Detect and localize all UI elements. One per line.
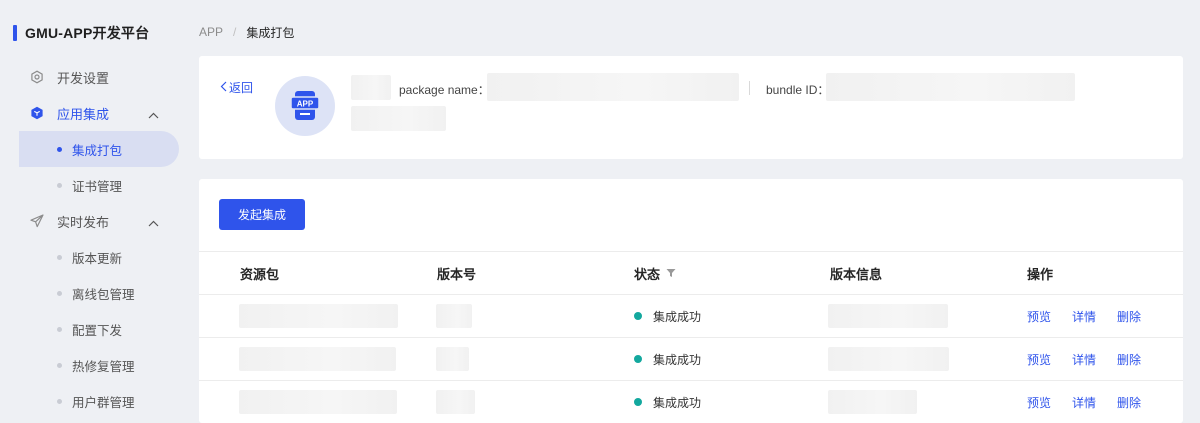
delete-link[interactable]: 删除 [1117,394,1141,411]
version-info-placeholder [828,304,948,328]
bullet-dot [57,254,62,260]
details-link[interactable]: 详情 [1072,308,1096,325]
bullet-dot [57,326,62,332]
brand: GMU-APP开发平台 [13,24,149,42]
sidebar: GMU-APP开发平台 开发设置 应用集成 集成打包 证书管理 实时发布 版本更… [0,0,199,423]
table-row: 集成成功 预览 详情 删除 [199,338,1183,381]
package-name-label: package name： [399,83,490,97]
delete-link[interactable]: 删除 [1117,351,1141,368]
chevron-up-icon [148,107,159,122]
app-logo-text: APP [297,100,314,109]
sidebar-group-realtime-release[interactable]: 实时发布 [19,203,179,239]
bullet-dot [57,398,62,404]
version-placeholder [436,347,469,371]
filter-icon[interactable] [666,268,676,278]
details-link[interactable]: 详情 [1072,394,1096,411]
preview-link[interactable]: 预览 [1027,351,1051,368]
status-cell: 集成成功 [634,381,701,423]
app-info-card: 返回 APP package name： bundle ID： [199,56,1183,159]
chevron-up-icon [148,215,159,230]
sidebar-item-offline-package[interactable]: 离线包管理 [19,275,179,311]
sidebar-group-label: 应用集成 [57,106,110,122]
sidebar-item-version-update[interactable]: 版本更新 [19,239,179,275]
chevron-left-icon [220,81,227,95]
package-placeholder [239,390,397,414]
divider [749,81,750,95]
sidebar-item-label: 版本更新 [72,251,123,266]
breadcrumb-current: 集成打包 [246,25,295,40]
sidebar-item-label: 用户群管理 [72,395,135,410]
status-text: 集成成功 [653,395,702,410]
bullet-dot [57,182,62,188]
column-header-status-label: 状态 [634,266,661,282]
version-info-placeholder [828,390,917,414]
status-dot [634,398,642,406]
version-placeholder [436,304,472,328]
table-header: 资源包 版本号 状态 版本信息 操作 [199,252,1183,295]
app-meta-placeholder [351,106,446,131]
integration-list-card: 发起集成 资源包 版本号 状态 版本信息 操作 集成成功 预览 详情 删除 集成… [199,179,1183,423]
package-placeholder [239,304,398,328]
sidebar-group-label: 实时发布 [57,214,110,230]
column-header-status[interactable]: 状态 [634,252,676,294]
bundle-id-value [826,73,1075,101]
sidebar-item-integration-packaging[interactable]: 集成打包 [19,131,179,167]
status-text: 集成成功 [653,309,702,324]
sidebar-item-label: 集成打包 [72,143,123,158]
cube-icon [29,105,45,121]
send-icon [29,213,45,229]
preview-link[interactable]: 预览 [1027,308,1051,325]
sidebar-item-certificate-management[interactable]: 证书管理 [19,167,179,203]
status-cell: 集成成功 [634,338,701,380]
column-header-version-info: 版本信息 [830,266,883,282]
package-name-value [487,73,739,101]
status-dot [634,355,642,363]
column-header-version: 版本号 [437,266,477,282]
sidebar-item-config-delivery[interactable]: 配置下发 [19,311,179,347]
sidebar-item-hotfix-management[interactable]: 热修复管理 [19,347,179,383]
sidebar-group-dev-settings[interactable]: 开发设置 [19,59,179,95]
sidebar-item-label: 配置下发 [72,323,123,338]
version-placeholder [436,390,475,414]
column-header-actions: 操作 [1027,266,1054,282]
delete-link[interactable]: 删除 [1117,308,1141,325]
back-link[interactable]: 返回 [220,79,253,96]
version-info-placeholder [828,347,949,371]
bundle-id-label: bundle ID： [766,83,830,97]
package-placeholder [239,347,396,371]
actions-cell: 预览 详情 删除 [1027,338,1162,380]
table-row: 集成成功 预览 详情 删除 [199,381,1183,423]
app-logo: APP [275,76,335,136]
bullet-dot [57,290,62,296]
details-link[interactable]: 详情 [1072,351,1096,368]
bullet-dot [57,362,62,368]
status-text: 集成成功 [653,352,702,367]
brand-accent-bar [13,25,17,41]
breadcrumb: APP / 集成打包 [199,24,294,40]
sidebar-item-label: 证书管理 [72,179,123,194]
table-row: 集成成功 预览 详情 删除 [199,295,1183,338]
app-title: GMU-APP开发平台 [25,25,150,41]
breadcrumb-separator: / [233,25,237,39]
sidebar-group-app-integration[interactable]: 应用集成 [19,95,179,131]
back-label: 返回 [229,81,254,95]
breadcrumb-root-link[interactable]: APP [199,25,223,39]
preview-link[interactable]: 预览 [1027,394,1051,411]
status-cell: 集成成功 [634,295,701,337]
bullet-dot [57,146,62,152]
column-header-package: 资源包 [240,266,280,282]
sidebar-item-user-group-management[interactable]: 用户群管理 [19,383,179,419]
start-integration-button[interactable]: 发起集成 [219,199,305,230]
status-dot [634,312,642,320]
sidebar-group-label: 开发设置 [57,70,110,86]
app-package-icon: APP [290,91,320,120]
sidebar-item-label: 热修复管理 [72,359,135,374]
app-name-placeholder [351,75,391,100]
actions-cell: 预览 详情 删除 [1027,295,1162,337]
gear-icon [29,69,45,85]
sidebar-item-label: 离线包管理 [72,287,135,302]
actions-cell: 预览 详情 删除 [1027,381,1162,423]
integration-table: 资源包 版本号 状态 版本信息 操作 集成成功 预览 详情 删除 集成成功 预览… [199,251,1183,423]
